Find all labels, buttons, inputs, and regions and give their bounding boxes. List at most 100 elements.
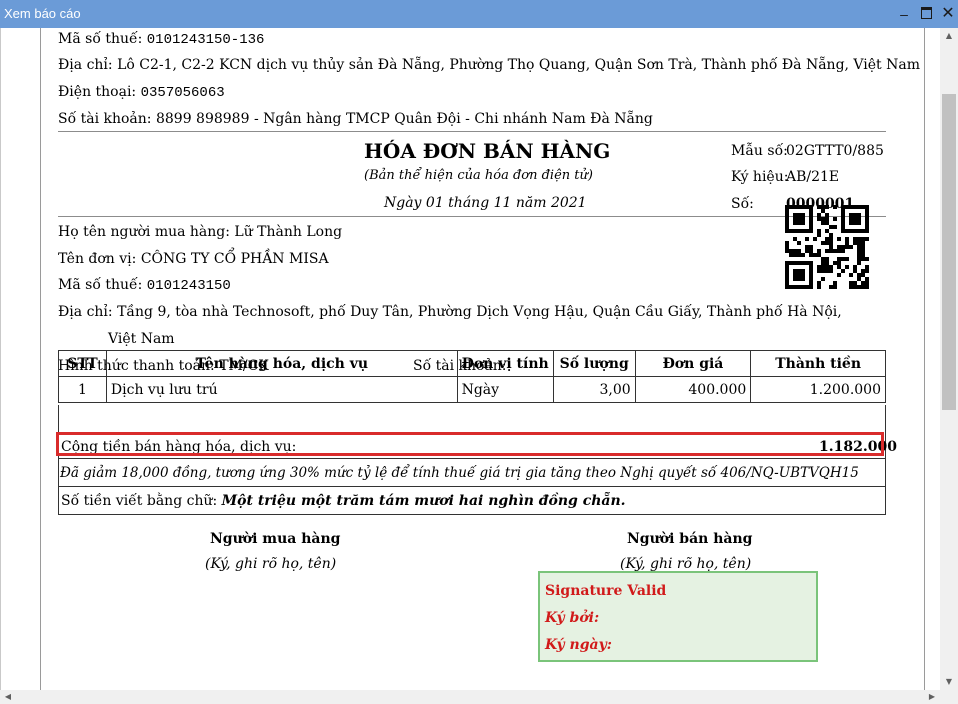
- vertical-scroll-thumb[interactable]: [942, 94, 956, 410]
- qr-module: [821, 257, 825, 261]
- qr-module: [821, 261, 825, 265]
- qr-module: [797, 229, 801, 233]
- qr-module: [797, 217, 801, 221]
- qr-module: [793, 253, 797, 257]
- qr-module: [809, 253, 813, 257]
- table-row: 1 Dịch vụ lưu trú Ngày 3,00 400.000 1.20…: [58, 376, 886, 403]
- maximize-icon[interactable]: [916, 4, 936, 24]
- qr-module: [841, 213, 845, 217]
- qr-module: [841, 221, 845, 225]
- qr-module: [853, 237, 857, 241]
- window-title: Xem báo cáo: [4, 6, 81, 21]
- qr-module: [789, 249, 793, 253]
- qr-module: [785, 213, 789, 217]
- close-icon[interactable]: ✕: [938, 4, 958, 24]
- qr-module: [833, 261, 837, 265]
- qr-module: [829, 265, 833, 269]
- qr-module: [861, 285, 865, 289]
- qr-module: [841, 269, 845, 273]
- minimize-icon[interactable]: –: [894, 4, 914, 24]
- qr-module: [853, 229, 857, 233]
- qr-module: [809, 221, 813, 225]
- scroll-right-icon[interactable]: ▶: [924, 690, 940, 704]
- qr-module: [837, 265, 841, 269]
- qr-module: [833, 281, 837, 285]
- qr-module: [785, 261, 789, 265]
- scroll-down-icon[interactable]: ▼: [940, 674, 958, 690]
- qr-module: [797, 249, 801, 253]
- qr-module: [833, 217, 837, 221]
- buyer-signature-hint: (Ký, ghi rõ họ, tên): [205, 556, 337, 572]
- qr-module: [801, 273, 805, 277]
- buyer-address-line: Địa chỉ: Tầng 9, tòa nhà Technosoft, phố…: [58, 304, 842, 320]
- qr-module: [805, 229, 809, 233]
- qr-module: [801, 261, 805, 265]
- qr-module: [825, 249, 829, 253]
- qr-module: [785, 209, 789, 213]
- qr-module: [801, 217, 805, 221]
- seller-tax-code: 0101243150-136: [146, 32, 265, 48]
- qr-module: [817, 249, 821, 253]
- invoice-title: HÓA ĐƠN BÁN HÀNG: [364, 139, 611, 163]
- qr-module: [825, 241, 829, 245]
- qr-module: [865, 217, 869, 221]
- qr-module: [841, 217, 845, 221]
- qr-module: [805, 245, 809, 249]
- column-header: Đơn vị tính: [456, 350, 554, 377]
- qr-module: [793, 269, 797, 273]
- page-left-edge: [40, 28, 41, 690]
- qr-module: [857, 253, 861, 257]
- column-header: Số lượng: [552, 350, 636, 377]
- qr-module: [841, 249, 845, 253]
- qr-module: [801, 269, 805, 273]
- qr-module: [853, 265, 857, 269]
- qr-module: [865, 221, 869, 225]
- qr-module: [849, 229, 853, 233]
- qr-module: [797, 277, 801, 281]
- qr-module: [865, 205, 869, 209]
- qr-module: [841, 245, 845, 249]
- scroll-left-icon[interactable]: ◀: [0, 690, 16, 704]
- qr-module: [861, 237, 865, 241]
- qr-module: [857, 237, 861, 241]
- qr-module: [861, 241, 865, 245]
- qr-module: [857, 221, 861, 225]
- qr-module: [829, 245, 833, 249]
- qr-module: [821, 221, 825, 225]
- qr-module: [857, 261, 861, 265]
- table-header-row: STT Tên hàng hóa, dịch vụ Đơn vị tính Số…: [58, 350, 886, 377]
- qr-module: [797, 269, 801, 273]
- qr-module: [817, 229, 821, 233]
- qr-module: [797, 213, 801, 217]
- row-quantity: 3,00: [552, 376, 636, 403]
- qr-module: [829, 269, 833, 273]
- qr-module: [821, 217, 825, 221]
- qr-module: [829, 249, 833, 253]
- qr-module: [797, 241, 801, 245]
- qr-module: [789, 285, 793, 289]
- amount-in-words-line: Số tiền viết bằng chữ: Một triệu một tră…: [61, 493, 626, 509]
- qr-module: [801, 277, 805, 281]
- scroll-up-icon[interactable]: ▲: [940, 28, 958, 44]
- vertical-scrollbar[interactable]: ▲ ▼: [940, 28, 958, 690]
- qr-module: [865, 281, 869, 285]
- horizontal-scrollbar[interactable]: ◀ ▶: [0, 690, 940, 704]
- items-table: STT Tên hàng hóa, dịch vụ Đơn vị tính Số…: [58, 350, 886, 403]
- qr-module: [857, 241, 861, 245]
- row-item-name: Dịch vụ lưu trú: [105, 376, 458, 403]
- qr-module: [857, 245, 861, 249]
- qr-module: [809, 265, 813, 269]
- qr-module: [801, 221, 805, 225]
- qr-module: [829, 237, 833, 241]
- qr-module: [845, 241, 849, 245]
- qr-module: [809, 229, 813, 233]
- signature-status: Signature Valid: [545, 583, 667, 599]
- qr-module: [793, 229, 797, 233]
- qr-module: [825, 261, 829, 265]
- invoice-date: Ngày 01 tháng 11 năm 2021: [384, 195, 587, 211]
- discount-highlight-box: [56, 432, 884, 456]
- seller-account-line: Số tài khoản: 8899 898989 - Ngân hàng TM…: [58, 111, 653, 127]
- qr-module: [793, 221, 797, 225]
- qr-module: [841, 205, 845, 209]
- qr-module: [853, 269, 857, 273]
